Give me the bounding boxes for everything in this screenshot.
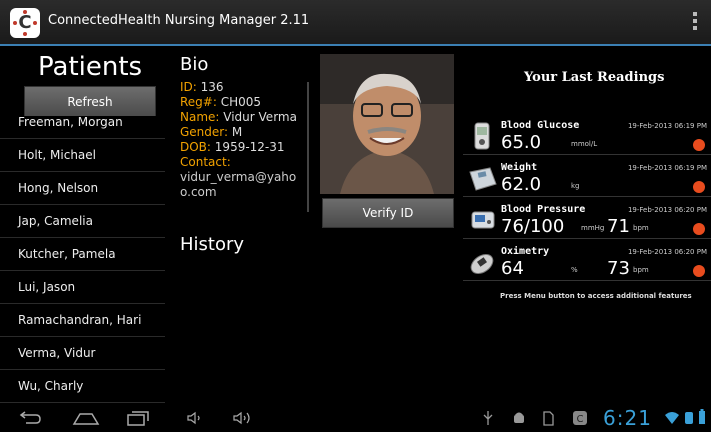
dob-value: 1959-12-31	[214, 140, 285, 154]
reading-value: 76/100	[501, 216, 565, 237]
status-dot	[693, 181, 705, 193]
reading-label: Oximetry	[501, 246, 550, 257]
logo-dot	[23, 10, 27, 14]
reading-label: Blood Pressure	[501, 204, 586, 215]
patient-list-item[interactable]: Wu, Charly	[0, 370, 165, 403]
logo-dot	[23, 32, 27, 36]
sd-card-icon	[543, 411, 554, 426]
name-label: Name:	[180, 110, 220, 124]
battery-icon	[699, 409, 705, 424]
patient-list-item[interactable]: Hong, Nelson	[0, 172, 165, 205]
reading-row-blood-pressure[interactable]: Blood Pressure 19-Feb-2013 06:20 PM 76/1…	[463, 202, 711, 239]
bp-monitor-icon	[471, 211, 495, 229]
reading-unit: %	[571, 266, 578, 274]
patient-photo-image	[320, 54, 454, 194]
status-dot	[693, 265, 705, 277]
reading-label: Weight	[501, 162, 538, 173]
patient-list-item[interactable]: Jap, Camelia	[0, 205, 165, 238]
usb-icon	[483, 411, 493, 425]
status-clock: 6:21	[603, 406, 652, 430]
reg-value: CH005	[220, 95, 262, 109]
reading-row-weight[interactable]: Weight 19-Feb-2013 06:19 PM 62.0 kg	[463, 160, 711, 197]
reading-unit-secondary: bpm	[633, 224, 649, 232]
gender-label: Gender:	[180, 125, 229, 139]
volume-up-icon[interactable]	[232, 410, 254, 426]
reading-unit: mmol/L	[571, 140, 598, 148]
patient-list-item[interactable]: Kutcher, Pamela	[0, 238, 165, 271]
reading-unit-secondary: bpm	[633, 266, 649, 274]
status-dot	[693, 139, 705, 151]
reading-row-oximetry[interactable]: Oximetry 19-Feb-2013 06:20 PM 64 % 73 bp…	[463, 244, 711, 281]
svg-text:C: C	[577, 414, 584, 425]
back-icon[interactable]	[18, 410, 42, 426]
reading-date: 19-Feb-2013 06:19 PM	[627, 164, 707, 172]
home-icon[interactable]	[72, 410, 100, 426]
id-label: ID:	[180, 80, 197, 94]
refresh-button[interactable]: Refresh	[24, 86, 156, 118]
reading-date: 19-Feb-2013 06:20 PM	[627, 248, 707, 256]
reading-unit: mmHg	[581, 224, 605, 232]
gender-value: M	[231, 125, 243, 139]
reading-value-secondary: 71	[607, 216, 630, 237]
patients-heading: Patients	[38, 52, 143, 82]
scale-icon	[469, 167, 497, 191]
app-notification-icon: C	[573, 411, 587, 425]
oximeter-icon	[470, 253, 494, 275]
patient-photo	[320, 54, 454, 194]
patient-list-item[interactable]: Holt, Michael	[0, 139, 165, 172]
readings-heading: Your Last Readings	[524, 70, 665, 85]
id-value: 136	[200, 80, 224, 94]
dob-label: DOB:	[180, 140, 211, 154]
logo-dot	[13, 21, 17, 25]
patient-list-item[interactable]: Lui, Jason	[0, 271, 165, 304]
reading-value: 65.0	[501, 132, 542, 153]
glucometer-icon	[474, 122, 490, 150]
contact-label: Contact:	[180, 155, 231, 169]
patient-list-item[interactable]: Ramachandran, Hari	[0, 304, 165, 337]
patient-list-item[interactable]: Verma, Vidur	[0, 337, 165, 370]
volume-down-icon[interactable]	[186, 410, 204, 426]
wifi-icon	[665, 412, 679, 424]
reading-unit: kg	[571, 182, 580, 190]
patient-list-item[interactable]: Freeman, Morgan	[0, 116, 165, 139]
reading-label: Blood Glucose	[501, 120, 580, 131]
status-dot	[693, 223, 705, 235]
reg-label: Reg#:	[180, 95, 217, 109]
bio-details: ID: 136 Reg#: CH005 Name: Vidur Verma Ge…	[180, 80, 305, 200]
system-nav-bar: C 6:21	[0, 404, 711, 432]
name-value: Vidur Verma	[223, 110, 297, 124]
main-content: Patients Refresh Freeman, Morgan Holt, M…	[0, 46, 711, 404]
verify-id-button[interactable]: Verify ID	[322, 198, 454, 228]
recent-apps-icon[interactable]	[126, 410, 150, 426]
app-logo-icon: C	[10, 8, 40, 38]
logo-dot	[33, 21, 37, 25]
history-heading: History	[180, 234, 245, 255]
app-title: ConnectedHealth Nursing Manager 2.11	[48, 13, 310, 28]
reading-row-glucose[interactable]: Blood Glucose 19-Feb-2013 06:19 PM 65.0 …	[463, 118, 711, 155]
action-bar: C ConnectedHealth Nursing Manager 2.11	[0, 0, 711, 46]
bluetooth-icon	[685, 412, 693, 424]
reading-value: 64	[501, 258, 524, 279]
patient-list[interactable]: Freeman, Morgan Holt, Michael Hong, Nels…	[0, 116, 165, 404]
reading-date: 19-Feb-2013 06:19 PM	[627, 122, 707, 130]
app-logo-letter: C	[18, 12, 32, 33]
reading-value-secondary: 73	[607, 258, 630, 279]
reading-value: 62.0	[501, 174, 542, 195]
reading-date: 19-Feb-2013 06:20 PM	[627, 206, 707, 214]
menu-hint-text: Press Menu button to access additional f…	[500, 292, 692, 300]
android-debug-icon	[514, 412, 524, 423]
overflow-menu-icon[interactable]	[693, 12, 697, 33]
contact-value: vidur_verma@yahoo.com	[180, 170, 297, 199]
bio-scrollbar[interactable]	[307, 82, 309, 212]
bio-heading: Bio	[180, 54, 209, 75]
